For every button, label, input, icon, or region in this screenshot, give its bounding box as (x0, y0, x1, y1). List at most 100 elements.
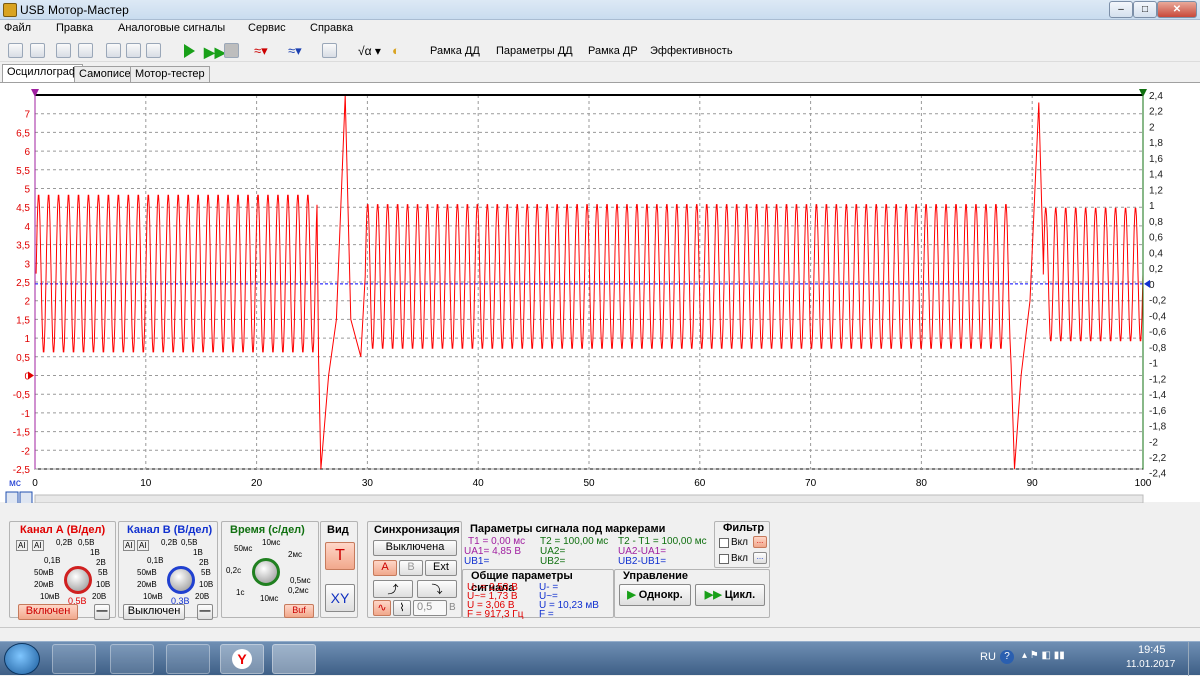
channel-a-enable-button[interactable]: Включен (18, 604, 78, 620)
start-button[interactable] (4, 643, 40, 675)
y-right-tick-label: 0,8 (1149, 217, 1163, 228)
tab-motor-tester[interactable]: Мотор-тестер (130, 66, 210, 82)
menu-service[interactable]: Сервис (248, 22, 286, 34)
frame-dd-button[interactable]: Рамка ДД (430, 45, 480, 57)
channel-b-enable-button[interactable]: Выключен (123, 604, 185, 620)
auto-a-icon[interactable]: AI (16, 540, 28, 551)
menu-help[interactable]: Справка (310, 22, 353, 34)
preview-icon[interactable] (56, 43, 71, 58)
filter-a-checkbox[interactable] (719, 538, 729, 548)
y-left-tick-label: 4,5 (16, 203, 30, 214)
sync-level-icon[interactable]: ⌇ (393, 600, 411, 616)
filter-b-checkbox[interactable] (719, 554, 729, 564)
y-right-tick-label: 2,2 (1149, 107, 1163, 118)
channel-b-panel: Канал В (В/дел) AI AI 0,2В 0,5В 1В 2В 5В… (118, 521, 218, 620)
channel-b-zero-marker (1144, 279, 1150, 288)
channel-a-invert-button[interactable]: — (94, 604, 110, 620)
x-tick-label: 20 (251, 478, 263, 489)
menu-analog-signals[interactable]: Аналоговые сигналы (118, 22, 225, 34)
taskbar: Y RU ? ▴ ⚑ ◧ ▮▮ 19:45 11.01.2017 (0, 641, 1200, 676)
knob-label: 5В (98, 568, 108, 577)
sqrt-icon[interactable]: √α ▾ (358, 44, 381, 58)
auto-b2-icon[interactable]: AI (137, 540, 149, 551)
maximize-button[interactable]: □ (1133, 1, 1157, 18)
internet-explorer-icon[interactable] (110, 644, 154, 674)
time-title: Время (с/дел) (230, 524, 305, 536)
zoom-in-icon[interactable] (106, 43, 121, 58)
window-title: USB Мотор-Мастер (20, 3, 129, 17)
y-left-tick-label: 7 (24, 110, 30, 121)
x-tick-label: 0 (32, 478, 38, 489)
sync-mode-button[interactable]: Выключена (373, 540, 457, 556)
signal-b-icon[interactable]: ≈▾ (288, 43, 302, 59)
channel-b-knob[interactable] (167, 566, 195, 594)
marker-ub2: UB2= (540, 556, 566, 567)
open-icon[interactable] (8, 43, 23, 58)
zoom-out-icon[interactable] (126, 43, 141, 58)
sync-level-input[interactable]: 0,5 (413, 600, 447, 616)
time-knob[interactable] (252, 558, 280, 586)
single-shot-button[interactable]: ▶ Однокр. (619, 584, 691, 606)
sync-panel: Синхронизация Выключена A B Ext ⤴ ⤵ ∿ ⌇ … (367, 521, 462, 618)
diso-app-icon[interactable] (272, 644, 316, 674)
save-icon[interactable] (30, 43, 45, 58)
media-player-icon[interactable] (52, 644, 96, 674)
stop-icon[interactable] (224, 43, 239, 58)
knob-label: 0,2В (161, 538, 178, 547)
filter-a-settings-button[interactable]: ... (753, 536, 767, 548)
sync-ext-button[interactable]: Ext (425, 560, 457, 576)
show-desktop-button[interactable] (1188, 642, 1200, 676)
scroll-left-button (5, 491, 19, 503)
cycle-button[interactable]: ▶▶ Цикл. (695, 584, 765, 606)
play-icon[interactable] (184, 44, 195, 58)
menu-edit[interactable]: Правка (56, 22, 93, 34)
channel-a-zero-marker (28, 371, 34, 380)
help-icon[interactable]: ? (1000, 650, 1014, 664)
sync-a-button[interactable]: A (373, 560, 397, 576)
calculator-icon[interactable] (322, 43, 337, 58)
signal-a-icon[interactable]: ≈▾ (254, 43, 268, 59)
filter-b-label: Вкл (731, 553, 748, 564)
language-indicator[interactable]: RU (980, 651, 996, 663)
x-tick-label: 50 (583, 478, 595, 489)
y-right-tick-label: -0,8 (1149, 343, 1167, 354)
y-left-tick-label: 3 (24, 259, 30, 270)
auto-b-icon[interactable]: AI (123, 540, 135, 551)
file-explorer-icon[interactable] (166, 644, 210, 674)
efficiency-button[interactable]: Эффективность (650, 45, 733, 57)
auto-a2-icon[interactable]: AI (32, 540, 44, 551)
view-t-button[interactable]: T (325, 542, 355, 570)
sync-curve-icon[interactable]: ∿ (373, 600, 391, 616)
oscilloscope-area[interactable]: 0 10 20 30 40 50 60 70 80 90 100 7 6,5 6 5,5 5 4,5 4 3,5 3 2… (0, 82, 1200, 503)
filter-b-settings-button[interactable]: ... (753, 552, 767, 564)
menu-file[interactable]: Файл (4, 22, 31, 34)
view-xy-button[interactable]: XY (325, 584, 355, 612)
falling-edge-icon[interactable]: ⤵ (417, 580, 457, 598)
speaker-icon[interactable]: ◐ (392, 43, 400, 58)
params-dd-button[interactable]: Параметры ДД (496, 45, 573, 57)
x-tick-label: 30 (362, 478, 374, 489)
print-icon[interactable] (78, 43, 93, 58)
tab-oscilloscope[interactable]: Осциллограф (2, 64, 83, 82)
oscilloscope-plot[interactable]: 0 10 20 30 40 50 60 70 80 90 10076,565,554,543,532… (0, 83, 1200, 503)
y-right-tick-label: 1,2 (1149, 185, 1163, 196)
x-axis-unit-label: мс (9, 478, 21, 489)
sync-title: Синхронизация (374, 524, 460, 536)
yandex-browser-icon[interactable]: Y (220, 644, 264, 674)
buffer-button[interactable]: Buf (284, 604, 314, 618)
channel-a-knob[interactable] (64, 566, 92, 594)
zoom-fit-icon[interactable] (146, 43, 161, 58)
rising-edge-icon[interactable]: ⤴ (373, 580, 413, 598)
minimize-button[interactable]: – (1109, 1, 1133, 18)
sync-b-button[interactable]: B (399, 560, 423, 576)
channel-b-invert-button[interactable]: — (197, 604, 213, 620)
play-cycle-icon[interactable]: ▶▶ (204, 44, 226, 61)
channel-b-title: Канал В (В/дел) (127, 524, 213, 536)
knob-label: 0,2В (56, 538, 73, 547)
tray-icons[interactable]: ▴ ⚑ ◧ ▮▮ (1022, 650, 1065, 661)
y-right-tick-label: 0,2 (1149, 264, 1163, 275)
close-button[interactable]: ✕ (1157, 1, 1197, 18)
frame-dr-button[interactable]: Рамка ДР (588, 45, 638, 57)
y-right-tick-label: 1,6 (1149, 154, 1163, 165)
knob-label: 20мВ (34, 580, 54, 589)
